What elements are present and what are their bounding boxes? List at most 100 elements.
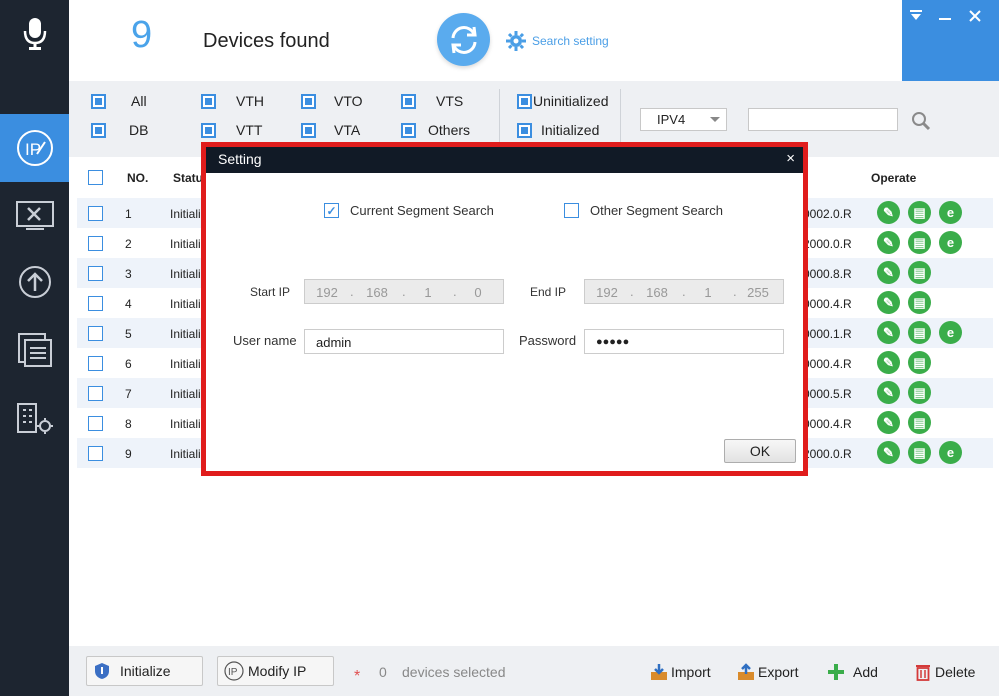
ip-config-icon[interactable]: IP <box>0 114 69 182</box>
row-version: 0000.4.R <box>803 417 852 431</box>
edit-icon[interactable]: ✎ <box>877 321 900 344</box>
refresh-button[interactable] <box>437 13 490 66</box>
start-ip-field[interactable]: 192 . 168 . 1 . 0 <box>304 279 504 304</box>
details-icon[interactable]: ▤ <box>908 441 931 464</box>
import-label: Import <box>671 664 711 680</box>
building-settings-icon[interactable] <box>0 384 69 452</box>
row-version: 0000.4.R <box>803 297 852 311</box>
upgrade-icon[interactable] <box>0 248 69 316</box>
username-field[interactable]: admin <box>304 329 504 354</box>
shield-icon <box>95 663 109 679</box>
filter-vto[interactable]: VTO <box>301 93 363 109</box>
current-segment-label: Current Segment Search <box>350 203 494 218</box>
add-button[interactable]: Add <box>827 663 878 681</box>
end-ip-field[interactable]: 192 . 168 . 1 . 255 <box>584 279 784 304</box>
row-checkbox[interactable] <box>88 326 103 341</box>
row-checkbox[interactable] <box>88 446 103 461</box>
dropdown-menu-icon[interactable] <box>910 9 922 25</box>
web-browser-icon[interactable]: e <box>939 201 962 224</box>
ip-octet: 1 <box>424 285 432 300</box>
details-icon[interactable]: ▤ <box>908 291 931 314</box>
edit-icon[interactable]: ✎ <box>877 411 900 434</box>
row-status: Initiali <box>170 387 201 401</box>
filter-uninitialized[interactable]: Uninitialized <box>517 93 608 109</box>
filter-vta[interactable]: VTA <box>301 122 360 138</box>
import-button[interactable]: Import <box>650 663 711 681</box>
export-label: Export <box>758 664 799 680</box>
details-icon[interactable]: ▤ <box>908 411 931 434</box>
row-checkbox[interactable] <box>88 356 103 371</box>
divider <box>499 89 500 149</box>
filter-all[interactable]: All <box>91 93 147 109</box>
checkbox-icon <box>301 93 316 109</box>
web-browser-icon[interactable]: e <box>939 231 962 254</box>
current-segment-option[interactable]: ✓ Current Segment Search <box>324 203 494 218</box>
close-window-icon[interactable] <box>969 9 981 25</box>
other-segment-label: Other Segment Search <box>590 203 723 218</box>
edit-icon[interactable]: ✎ <box>877 231 900 254</box>
tools-icon[interactable] <box>0 182 69 250</box>
filter-vth[interactable]: VTH <box>201 93 264 109</box>
edit-icon[interactable]: ✎ <box>877 381 900 404</box>
export-button[interactable]: Export <box>737 663 798 681</box>
web-browser-icon[interactable]: e <box>939 441 962 464</box>
documents-icon[interactable] <box>0 316 69 384</box>
row-checkbox[interactable] <box>88 296 103 311</box>
password-field[interactable]: ●●●●● <box>584 329 784 354</box>
modify-ip-button[interactable]: IP Modify IP <box>217 656 334 686</box>
dialog-body: ✓ Current Segment Search Other Segment S… <box>206 173 803 471</box>
ok-button[interactable]: OK <box>724 439 796 463</box>
details-icon[interactable]: ▤ <box>908 351 931 374</box>
checkbox-icon <box>301 122 316 138</box>
web-browser-icon[interactable]: e <box>939 321 962 344</box>
filter-vts[interactable]: VTS <box>401 93 463 109</box>
minimize-icon[interactable] <box>939 9 951 25</box>
search-icon[interactable] <box>911 111 931 134</box>
refresh-icon <box>450 25 477 54</box>
dialog-titlebar: Setting × <box>206 147 803 173</box>
ip-octet: 168 <box>646 285 668 300</box>
column-status: Statu <box>173 171 203 185</box>
filter-vtt[interactable]: VTT <box>201 122 262 138</box>
row-checkbox[interactable] <box>88 416 103 431</box>
search-setting-link[interactable]: Search setting <box>506 31 609 51</box>
initialize-button[interactable]: Initialize <box>86 656 203 686</box>
close-icon[interactable]: × <box>786 150 795 167</box>
filter-db[interactable]: DB <box>91 122 148 138</box>
edit-icon[interactable]: ✎ <box>877 201 900 224</box>
row-checkbox[interactable] <box>88 266 103 281</box>
row-checkbox[interactable] <box>88 236 103 251</box>
details-icon[interactable]: ▤ <box>908 381 931 404</box>
details-icon[interactable]: ▤ <box>908 261 931 284</box>
row-status: Initiali <box>170 297 201 311</box>
row-no: 1 <box>125 207 132 221</box>
details-icon[interactable]: ▤ <box>908 231 931 254</box>
required-asterisk: * <box>354 668 361 685</box>
select-all-checkbox[interactable] <box>88 170 103 185</box>
ip-version-select[interactable]: IPV4 <box>640 108 727 131</box>
row-status: Initiali <box>170 267 201 281</box>
svg-text:IP: IP <box>25 140 41 159</box>
search-input[interactable] <box>748 108 898 131</box>
svg-text:IP: IP <box>228 667 238 678</box>
edit-icon[interactable]: ✎ <box>877 261 900 284</box>
chevron-down-icon <box>710 117 720 122</box>
edit-icon[interactable]: ✎ <box>877 291 900 314</box>
edit-icon[interactable]: ✎ <box>877 441 900 464</box>
filter-others[interactable]: Others <box>401 122 470 138</box>
row-operations: ✎ ▤ <box>877 411 931 434</box>
delete-button[interactable]: Delete <box>915 663 975 681</box>
delete-label: Delete <box>935 664 976 680</box>
other-segment-option[interactable]: Other Segment Search <box>564 203 723 218</box>
row-no: 8 <box>125 417 132 431</box>
search-setting-label: Search setting <box>532 34 609 48</box>
details-icon[interactable]: ▤ <box>908 321 931 344</box>
row-no: 4 <box>125 297 132 311</box>
row-checkbox[interactable] <box>88 206 103 221</box>
filter-initialized[interactable]: Initialized <box>517 122 599 138</box>
microphone-icon[interactable] <box>0 0 69 68</box>
row-checkbox[interactable] <box>88 386 103 401</box>
row-status: Initiali <box>170 327 201 341</box>
edit-icon[interactable]: ✎ <box>877 351 900 374</box>
details-icon[interactable]: ▤ <box>908 201 931 224</box>
